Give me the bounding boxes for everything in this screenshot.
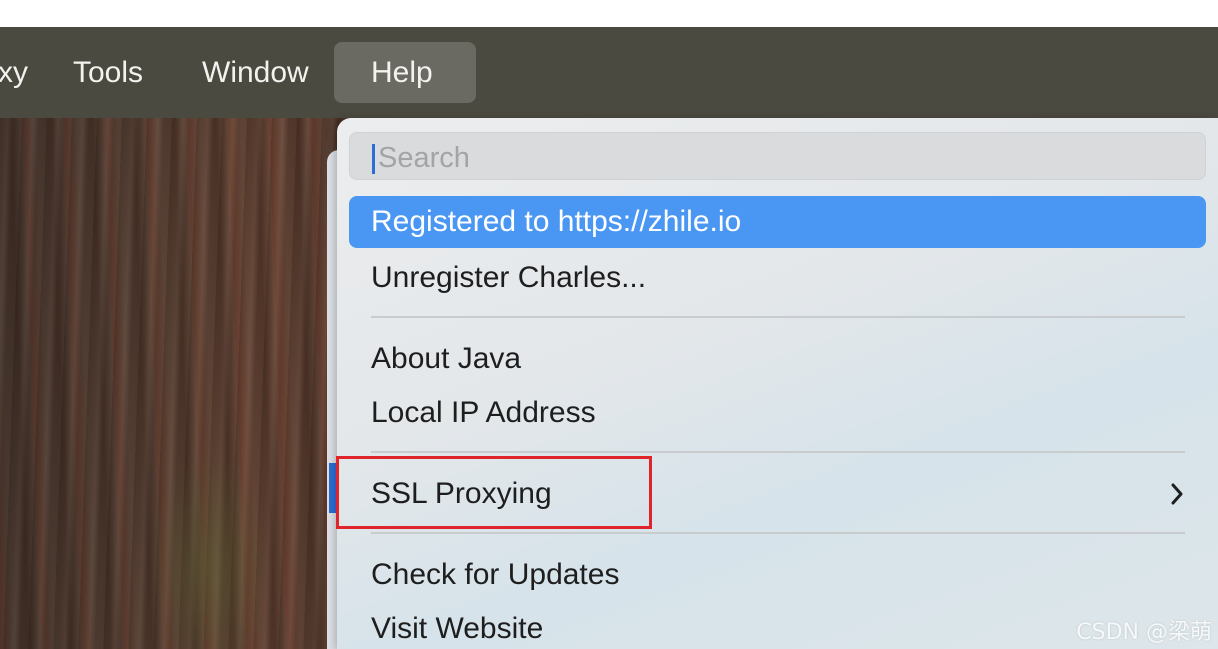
- menu-separator: [371, 532, 1185, 534]
- wallpaper-moss: [150, 447, 270, 649]
- menu-item-registered[interactable]: Registered to https://zhile.io: [349, 196, 1206, 248]
- menu-separator: [371, 451, 1185, 453]
- menu-proxy[interactable]: xy: [0, 42, 48, 103]
- window-selection-indicator: [329, 463, 337, 513]
- watermark: CSDN @梁萌: [1076, 620, 1212, 645]
- menu-item-check-updates[interactable]: Check for Updates: [349, 549, 1206, 601]
- menu-search-box[interactable]: [349, 132, 1206, 180]
- ssl-proxying-label: SSL Proxying: [371, 477, 552, 510]
- menu-bar: xy Tools Window Help: [0, 27, 1218, 118]
- menu-separator: [371, 316, 1185, 318]
- text-caret: [372, 144, 375, 174]
- menu-tools[interactable]: Tools: [53, 42, 163, 103]
- top-margin: [0, 0, 1218, 27]
- menu-search-input[interactable]: [376, 139, 1180, 177]
- menu-help[interactable]: Help: [334, 42, 476, 103]
- menu-item-ssl-proxying[interactable]: SSL Proxying: [349, 468, 1206, 520]
- chevron-right-icon: [1170, 468, 1184, 505]
- menu-item-about-java[interactable]: About Java: [349, 333, 1206, 385]
- menu-window[interactable]: Window: [182, 42, 329, 103]
- menu-item-local-ip[interactable]: Local IP Address: [349, 387, 1206, 439]
- menu-item-unregister[interactable]: Unregister Charles...: [349, 252, 1206, 304]
- help-dropdown-menu: Registered to https://zhile.io Unregiste…: [337, 118, 1218, 649]
